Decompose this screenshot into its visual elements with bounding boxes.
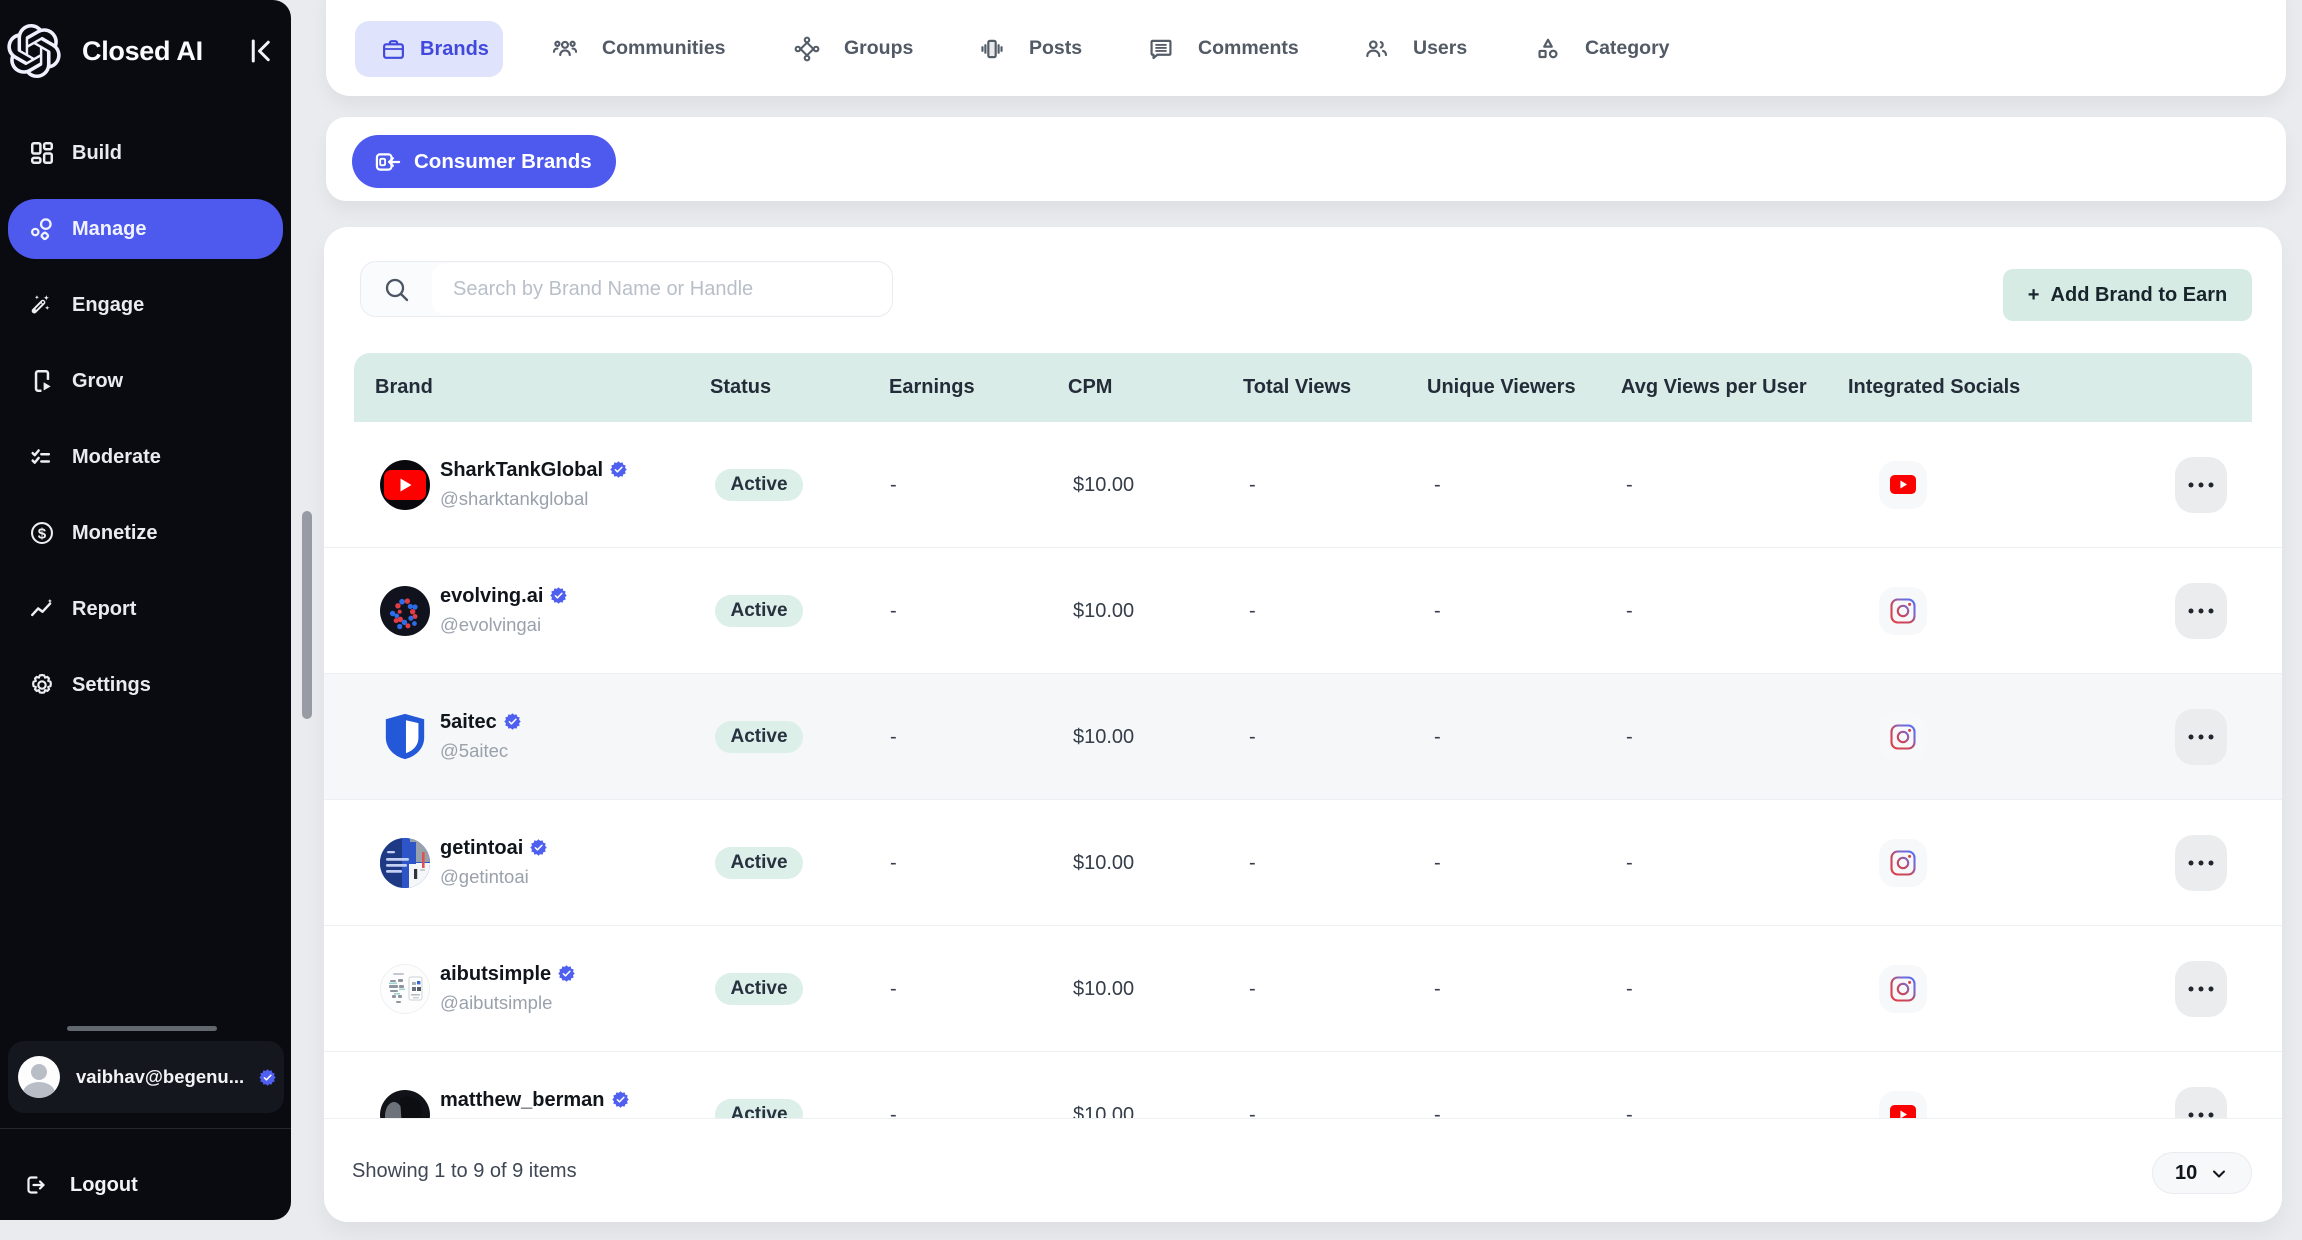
svg-text:$: $	[38, 525, 47, 542]
